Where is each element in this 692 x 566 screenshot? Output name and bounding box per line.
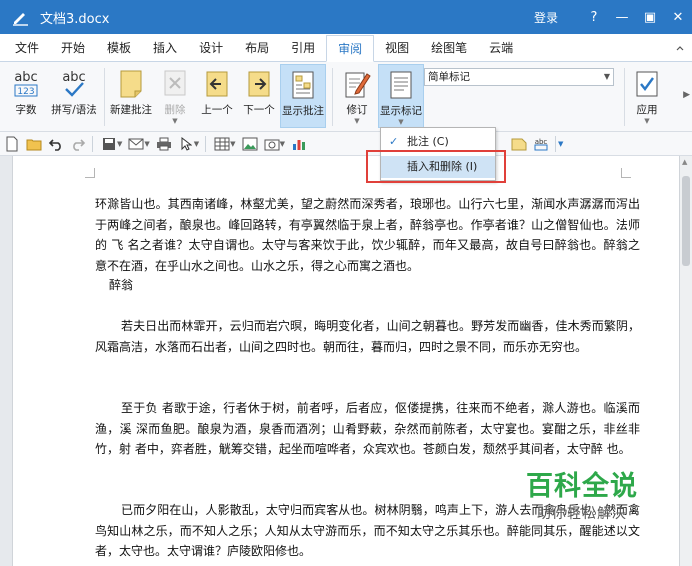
tab-insert[interactable]: 插入 [142,35,188,61]
vertical-scrollbar[interactable]: ▲ [680,156,692,566]
scroll-up-icon[interactable]: ▲ [682,158,687,166]
show-markup-dropdown-icon[interactable]: ▼ [398,118,403,126]
delete-comment-label: 删除 [164,104,186,116]
track-changes-icon [343,67,371,101]
signer-name: 醉翁 [109,278,134,292]
show-comments-button[interactable]: 显示批注 [280,64,326,128]
title-bar: 文档3.docx 登录 ? — ▣ ✕ [0,0,692,34]
pointer-dropdown-icon[interactable]: ▼ [194,140,199,148]
word-count-label: 字数 [15,104,37,116]
menu-item-comments-label: 批注 (C) [407,135,449,148]
save-icon[interactable] [99,134,119,154]
previous-comment-label: 上一个 [201,104,233,116]
show-markup-icon [388,68,414,102]
tab-file[interactable]: 文件 [4,35,50,61]
track-changes-button[interactable]: 修订 ▼ [338,64,376,128]
redo-icon[interactable] [68,134,88,154]
select-pointer-icon[interactable] [176,134,196,154]
document-title: 文档3.docx [40,11,110,27]
watermark: 百科全说 助你轻松解决 [512,470,652,524]
customize-toolbar-icon[interactable]: ▼ [558,140,563,148]
tab-cloud[interactable]: 云端 [478,35,524,61]
apply-button[interactable]: 应用 ▼ [630,64,664,128]
open-folder-icon[interactable] [24,134,44,154]
tab-template[interactable]: 模板 [96,35,142,61]
table-dropdown-icon[interactable]: ▼ [230,140,235,148]
paragraph-3: 至于负 者歌于途，行者休于树，前者呼，后者应，伛偻提携，往来而不绝者，滁人游也。… [95,401,640,456]
scroll-thumb[interactable] [682,176,690,266]
save-dropdown-icon[interactable]: ▼ [117,140,122,148]
mail-dropdown-icon[interactable]: ▼ [144,140,149,148]
new-comment-button[interactable]: 新建批注 [108,64,154,128]
watermark-slogan: 助你轻松解决 [537,506,627,522]
screenshot-icon[interactable] [262,134,282,154]
login-link[interactable]: 登录 [534,9,558,26]
paragraph-1: 环滁皆山也。其西南诸峰，林壑尤美，望之蔚然而深秀者，琅琊也。山行六七里，渐闻水声… [95,197,640,273]
tab-view[interactable]: 视图 [374,35,420,61]
close-button[interactable]: ✕ [664,0,692,34]
tab-home[interactable]: 开始 [50,35,96,61]
next-comment-button[interactable]: 下一个 [240,64,278,128]
mail-icon[interactable] [126,134,146,154]
word-count-button[interactable]: abc 123 字数 [8,64,44,128]
new-comment-icon [118,67,144,101]
next-comment-icon [246,67,272,101]
review-ribbon: abc 123 字数 abc 拼写/语法 新建批注 删除 ▼ 上一个 下一个 显… [0,62,692,132]
tab-references[interactable]: 引用 [280,35,326,61]
show-comments-icon [290,68,316,102]
apply-icon [634,67,660,101]
svg-text:123: 123 [17,87,34,97]
tab-design[interactable]: 设计 [188,35,234,61]
show-markup-label: 显示标记 [380,105,422,117]
app-logo-icon [8,6,34,28]
markup-mode-select[interactable]: 简单标记 ▼ [424,68,614,86]
markup-mode-arrow-icon: ▼ [603,72,610,81]
delete-dropdown-icon[interactable]: ▼ [172,117,177,125]
svg-text:abc: abc [14,70,37,85]
collapse-ribbon-icon[interactable] [676,45,684,53]
watermark-brand: 百科全说 [526,471,638,502]
undo-icon[interactable] [46,134,66,154]
apply-dropdown-icon[interactable]: ▼ [644,117,649,125]
chart-icon[interactable] [289,134,309,154]
table-icon[interactable] [212,134,232,154]
abc-check-icon[interactable]: abc [531,134,551,154]
delete-comment-icon [162,67,188,101]
image-icon[interactable] [240,134,260,154]
tab-layout[interactable]: 布局 [234,35,280,61]
help-button[interactable]: ? [580,0,608,34]
apply-label: 应用 [636,104,658,116]
paragraph-2: 若夫日出而林霏开，云归而岩穴暝，晦明变化者，山间之朝暮也。野芳发而幽香，佳木秀而… [95,319,640,354]
tab-drawing-pen[interactable]: 绘图笔 [420,35,478,61]
track-changes-label: 修订 [346,104,368,116]
print-icon[interactable] [154,134,174,154]
new-document-icon[interactable] [2,134,22,154]
previous-comment-button[interactable]: 上一个 [198,64,236,128]
previous-comment-icon [204,67,230,101]
shape-icon[interactable] [509,134,529,154]
spell-check-button[interactable]: abc 拼写/语法 [48,64,100,128]
markup-mode-value: 简单标记 [428,71,470,83]
spell-check-label: 拼写/语法 [51,104,97,116]
minimize-button[interactable]: — [608,0,636,34]
menu-tabs: 文件 开始 模板 插入 设计 布局 引用 审阅 视图 绘图笔 云端 [0,34,692,62]
new-comment-label: 新建批注 [110,104,152,116]
restore-button[interactable]: ▣ [636,0,664,34]
delete-comment-button[interactable]: 删除 ▼ [160,64,190,128]
track-dropdown-icon[interactable]: ▼ [354,117,359,125]
ribbon-scroll-right-icon[interactable]: ▶ [683,90,690,100]
highlight-annotation-box [366,150,506,183]
spell-check-icon: abc [59,67,89,101]
show-markup-button[interactable]: 显示标记 ▼ [378,64,424,128]
show-comments-label: 显示批注 [282,105,324,117]
screenshot-dropdown-icon[interactable]: ▼ [280,140,285,148]
tab-review[interactable]: 审阅 [326,35,375,62]
next-comment-label: 下一个 [243,104,275,116]
word-count-icon: abc 123 [11,67,41,101]
quick-toolbar: ▼ ▼ ▼ ▼ ▼ abc ▼ [0,132,692,156]
